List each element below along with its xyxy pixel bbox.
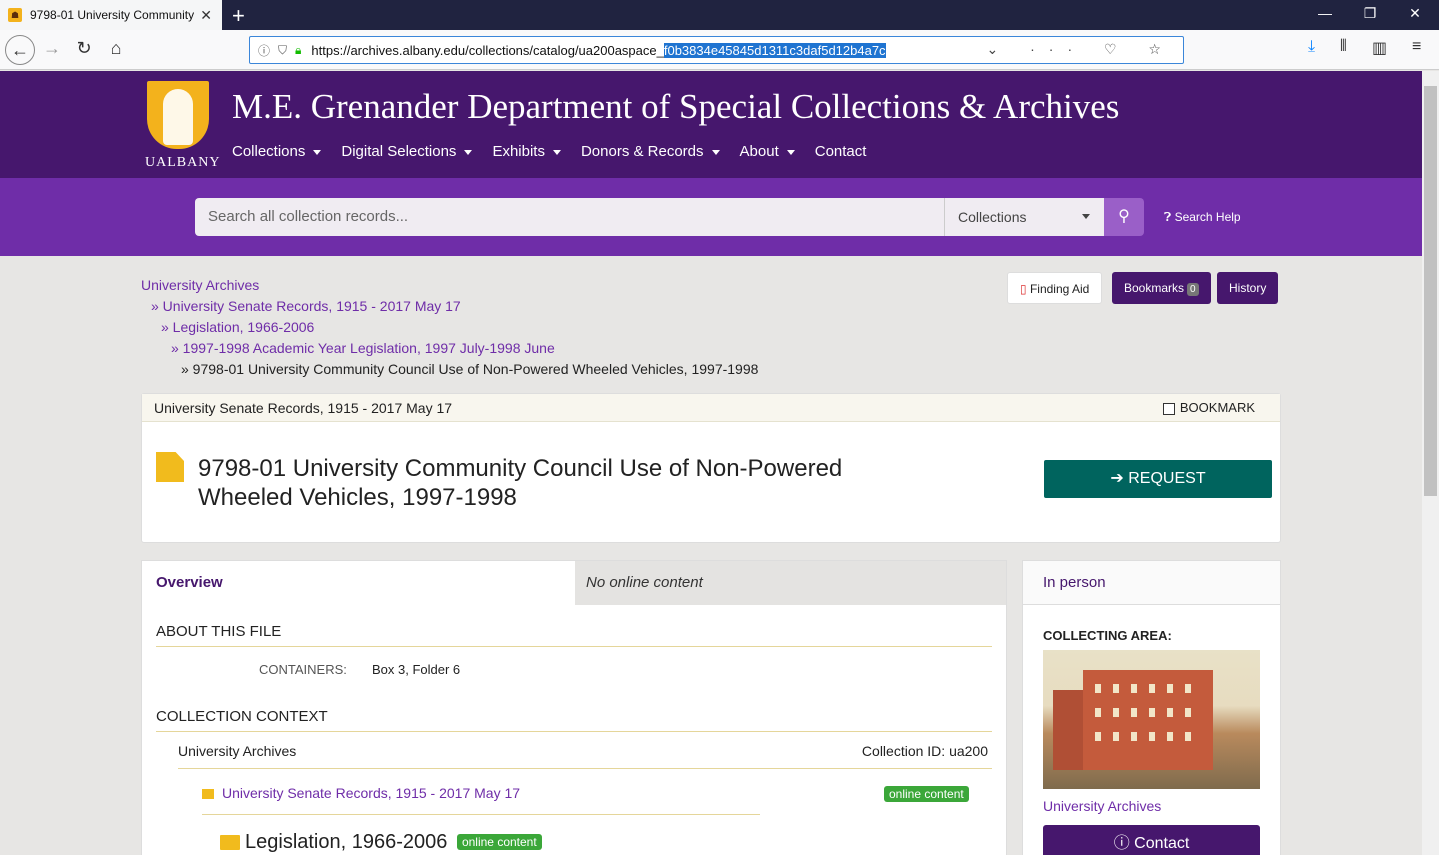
collecting-area-label: COLLECTING AREA: bbox=[1043, 628, 1172, 643]
collecting-area-link[interactable]: University Archives bbox=[1043, 798, 1161, 814]
online-content-badge: online content bbox=[884, 786, 969, 802]
containers-value: Box 3, Folder 6 bbox=[372, 662, 461, 677]
back-button[interactable]: ← bbox=[5, 35, 35, 65]
context-level2-row[interactable]: Legislation, 1966-2006 online content bbox=[220, 831, 542, 854]
site-header: UALBANY M.E. Grenander Department of Spe… bbox=[0, 71, 1422, 178]
chevron-down-icon bbox=[313, 149, 322, 155]
breadcrumb-university-archives[interactable]: University Archives bbox=[141, 277, 259, 293]
bookmarks-count-badge: 0 bbox=[1187, 283, 1199, 296]
chevron-down-icon bbox=[786, 149, 795, 155]
tracking-shield-icon[interactable]: ⛉ bbox=[278, 43, 287, 58]
menu-icon[interactable]: ≡ bbox=[1412, 38, 1421, 56]
lock-icon[interactable]: 🔒︎ bbox=[295, 43, 301, 58]
in-person-heading[interactable]: In person bbox=[1023, 561, 1280, 605]
browser-toolbar: ← → ↻ ⌂ ⓘ ⛉ 🔒︎ https://archives.albany.e… bbox=[0, 30, 1439, 70]
contact-button[interactable]: ⓘ Contact bbox=[1043, 825, 1260, 855]
new-tab-button[interactable]: + bbox=[232, 3, 245, 29]
scrollbar[interactable] bbox=[1422, 71, 1439, 855]
minerva-icon bbox=[147, 81, 209, 149]
chevron-down-icon bbox=[711, 149, 720, 155]
search-help-link[interactable]: ❓︎ Search Help bbox=[1164, 210, 1241, 225]
download-icon[interactable]: ⤓ bbox=[1308, 38, 1315, 56]
record-title: 9798-01 University Community Council Use… bbox=[198, 455, 843, 511]
tab-online-content[interactable]: No online content bbox=[575, 561, 1008, 605]
nav-exhibits[interactable]: Exhibits bbox=[492, 143, 561, 160]
search-input[interactable]: Search all collection records... bbox=[195, 198, 945, 236]
search-scope-select[interactable]: Collections bbox=[944, 198, 1104, 236]
context-level1-row: University Senate Records, 1915 - 2017 M… bbox=[202, 785, 760, 815]
history-button[interactable]: History bbox=[1217, 272, 1279, 304]
nav-about[interactable]: About bbox=[740, 143, 795, 160]
bookmarks-button[interactable]: Bookmarks 0 bbox=[1112, 272, 1211, 304]
site-title[interactable]: M.E. Grenander Department of Special Col… bbox=[232, 87, 1119, 127]
search-icon: ⚲ bbox=[1118, 208, 1130, 225]
bookmark-checkbox[interactable] bbox=[1162, 402, 1175, 415]
nav-contact[interactable]: Contact bbox=[815, 143, 867, 160]
collecting-area-image[interactable] bbox=[1043, 650, 1260, 789]
question-icon: ❓︎ bbox=[1164, 210, 1172, 224]
file-icon bbox=[156, 452, 184, 482]
chevron-down-icon bbox=[552, 149, 561, 155]
collection-id: Collection ID: ua200 bbox=[861, 743, 988, 759]
scrollbar-thumb[interactable] bbox=[1424, 86, 1437, 496]
in-person-panel: In person COLLECTING AREA: University Ar… bbox=[1022, 560, 1281, 855]
reload-button[interactable]: ↻ bbox=[72, 38, 96, 59]
nav-collections[interactable]: Collections bbox=[232, 143, 322, 160]
search-band: Search all collection records... Collect… bbox=[0, 178, 1422, 256]
chevron-down-icon bbox=[1082, 214, 1090, 219]
context-root-row: University Archives Collection ID: ua200 bbox=[178, 743, 992, 769]
containers-label: CONTAINERS: bbox=[259, 662, 347, 677]
close-tab-icon[interactable]: ✕ bbox=[200, 7, 212, 24]
forward-button[interactable]: → bbox=[40, 38, 64, 59]
record-card: University Senate Records, 1915 - 2017 M… bbox=[141, 393, 1281, 543]
url-actions[interactable]: ⌄ ··· ♡ ☆ bbox=[987, 41, 1176, 58]
box-icon bbox=[202, 789, 214, 800]
about-heading: ABOUT THIS FILE bbox=[156, 623, 992, 647]
tab-overview[interactable]: Overview bbox=[142, 561, 575, 605]
minimize-icon[interactable]: — bbox=[1315, 5, 1335, 21]
breadcrumb-legislation[interactable]: » Legislation, 1966-2006 bbox=[161, 319, 314, 335]
arrow-circle-icon: ➔ bbox=[1110, 470, 1124, 487]
browser-tab-bar: ☗ 9798-01 University Community ✕ + — ❐ ✕ bbox=[0, 0, 1439, 30]
context-root: University Archives bbox=[178, 743, 297, 759]
library-icon[interactable]: ⫴ bbox=[1340, 38, 1347, 56]
logo-text: UALBANY bbox=[145, 155, 221, 170]
nav-digital-selections[interactable]: Digital Selections bbox=[341, 143, 473, 160]
breadcrumb-senate-records[interactable]: » University Senate Records, 1915 - 2017… bbox=[151, 298, 461, 314]
tab-title: 9798-01 University Community bbox=[30, 8, 194, 22]
folder-icon bbox=[220, 835, 240, 851]
home-button[interactable]: ⌂ bbox=[104, 38, 128, 59]
request-button[interactable]: ➔ REQUEST bbox=[1044, 460, 1272, 498]
info-icon: ⓘ bbox=[1113, 835, 1130, 852]
bookmark-toggle[interactable]: BOOKMARK bbox=[1162, 394, 1255, 422]
breadcrumb: University Archives » University Senate … bbox=[141, 275, 758, 380]
context-level1-link[interactable]: University Senate Records, 1915 - 2017 M… bbox=[222, 785, 520, 801]
search-button[interactable]: ⚲ bbox=[1104, 198, 1144, 236]
url-text[interactable]: https://archives.albany.edu/collections/… bbox=[311, 42, 886, 58]
collection-name: University Senate Records, 1915 - 2017 M… bbox=[154, 400, 453, 416]
close-window-icon[interactable]: ✕ bbox=[1405, 5, 1425, 22]
breadcrumb-current: » 9798-01 University Community Council U… bbox=[181, 361, 759, 377]
chevron-down-icon bbox=[464, 149, 473, 155]
record-details-panel: Overview No online content ABOUT THIS FI… bbox=[141, 560, 1007, 855]
nav-donors-records[interactable]: Donors & Records bbox=[581, 143, 720, 160]
sidebar-icon[interactable]: ▥ bbox=[1372, 38, 1387, 58]
pdf-icon: ▯ bbox=[1020, 282, 1027, 296]
ualbany-logo[interactable]: UALBANY bbox=[145, 81, 221, 173]
finding-aid-button[interactable]: ▯ Finding Aid bbox=[1007, 272, 1103, 304]
online-content-badge: online content bbox=[456, 834, 542, 850]
address-bar[interactable]: ⓘ ⛉ 🔒︎ https://archives.albany.edu/colle… bbox=[249, 36, 1184, 64]
browser-tab[interactable]: ☗ 9798-01 University Community ✕ bbox=[0, 0, 222, 30]
breadcrumb-academic-year[interactable]: » 1997-1998 Academic Year Legislation, 1… bbox=[171, 340, 555, 356]
main-nav: Collections Digital Selections Exhibits … bbox=[232, 143, 886, 160]
restore-icon[interactable]: ❐ bbox=[1360, 5, 1380, 22]
favicon-icon: ☗ bbox=[8, 8, 22, 22]
context-heading: COLLECTION CONTEXT bbox=[156, 708, 992, 732]
info-icon[interactable]: ⓘ bbox=[258, 42, 270, 59]
